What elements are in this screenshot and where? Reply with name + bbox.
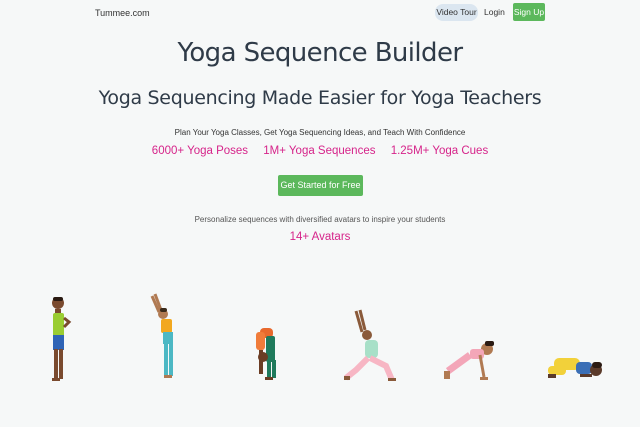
video-tour-button[interactable]: Video Tour [435,4,478,21]
signup-button[interactable]: Sign Up [513,3,545,21]
stat-poses: 6000+ Yoga Poses [151,145,249,157]
personalize-text: Personalize sequences with diversified a… [194,215,446,224]
prayer-pose-figure [52,297,72,381]
tagline: Plan Your Yoga Classes, Get Yoga Sequenc… [174,128,466,137]
get-started-button[interactable]: Get Started for Free [278,175,363,196]
crescent-lunge-figure [344,309,396,382]
child-pose-figure [548,358,602,378]
avatars-count: 14+ Avatars [289,231,351,243]
top-nav: Tummee.com Video Tour Login Sign Up [0,0,640,28]
plank-pose-figure [444,341,494,380]
forward-fold-figure [256,328,276,380]
page-title: Yoga Sequence Builder [177,38,464,68]
login-link[interactable]: Login [484,4,505,21]
brand-logo[interactable]: Tummee.com [95,8,150,18]
stat-cues: 1.25M+ Yoga Cues [390,145,489,157]
stats-row: 6000+ Yoga Poses 1M+ Yoga Sequences 1.25… [0,145,640,157]
page-subtitle: Yoga Sequencing Made Easier for Yoga Tea… [98,87,542,109]
stat-sequences: 1M+ Yoga Sequences [263,145,376,157]
upward-salute-figure [150,293,173,378]
